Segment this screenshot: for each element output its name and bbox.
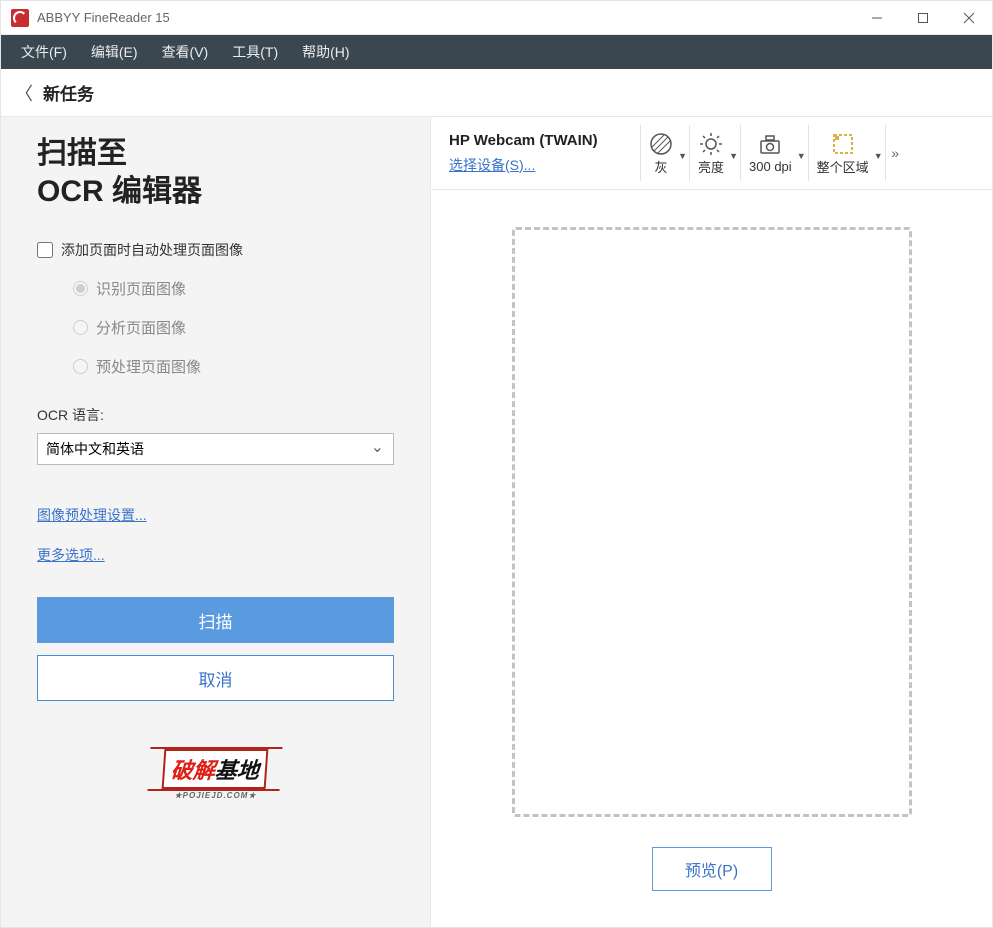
radio-analyze[interactable] xyxy=(73,320,88,335)
caret-down-icon: ▼ xyxy=(678,151,687,161)
tool-resolution-label: 300 dpi xyxy=(749,159,792,174)
maximize-button[interactable] xyxy=(900,1,946,35)
minimize-button[interactable] xyxy=(854,1,900,35)
tool-region[interactable]: 整个区域 ▼ xyxy=(808,125,885,181)
menu-view[interactable]: 查看(V) xyxy=(150,36,221,68)
device-block: HP Webcam (TWAIN) 选择设备(S)... xyxy=(449,132,624,175)
page-title: 扫描至 OCR 编辑器 xyxy=(37,135,394,210)
menu-file[interactable]: 文件(F) xyxy=(9,36,79,68)
stamp-sub: ★POJIEJD.COM★ xyxy=(37,791,394,800)
minimize-icon xyxy=(871,12,883,24)
menu-help[interactable]: 帮助(H) xyxy=(290,36,361,68)
caret-down-icon: ▼ xyxy=(797,151,806,161)
radio-analyze-label[interactable]: 分析页面图像 xyxy=(96,317,186,338)
halftone-icon xyxy=(649,131,673,157)
tool-brightness-label: 亮度 xyxy=(698,157,724,176)
close-button[interactable] xyxy=(946,1,992,35)
titlebar: ABBYY FineReader 15 xyxy=(1,1,992,35)
stamp-text-b: 基地 xyxy=(215,758,261,783)
tool-region-label: 整个区域 xyxy=(817,157,869,176)
heading-line1: 扫描至 xyxy=(37,137,127,170)
radio-recognize-label[interactable]: 识别页面图像 xyxy=(96,278,186,299)
tool-resolution[interactable]: 300 dpi ▼ xyxy=(740,125,808,181)
back-chevron-icon[interactable]: 〈 xyxy=(15,80,33,106)
menu-tools[interactable]: 工具(T) xyxy=(220,36,290,68)
task-header: 〈 新任务 xyxy=(1,69,992,117)
auto-process-checkbox[interactable] xyxy=(37,242,53,258)
preprocess-settings-link[interactable]: 图像预处理设置... xyxy=(37,505,147,525)
more-options-link[interactable]: 更多选项... xyxy=(37,545,105,565)
menu-edit[interactable]: 编辑(E) xyxy=(79,36,150,68)
left-panel: 扫描至 OCR 编辑器 添加页面时自动处理页面图像 识别页面图像 分析页面图像 … xyxy=(1,117,431,927)
scan-toolbar: HP Webcam (TWAIN) 选择设备(S)... 灰 ▼ 亮度 ▼ xyxy=(431,117,992,190)
radio-group: 识别页面图像 分析页面图像 预处理页面图像 xyxy=(37,278,394,377)
task-title: 新任务 xyxy=(43,80,94,105)
toolbar-more-button[interactable]: » xyxy=(885,125,905,181)
ocr-lang-label: OCR 语言: xyxy=(37,405,394,425)
heading-line2: OCR 编辑器 xyxy=(37,175,202,208)
region-icon xyxy=(831,131,855,157)
radio-preprocess-label[interactable]: 预处理页面图像 xyxy=(96,356,201,377)
resolution-icon xyxy=(758,133,782,159)
caret-down-icon: ▼ xyxy=(874,151,883,161)
auto-process-label[interactable]: 添加页面时自动处理页面图像 xyxy=(61,240,243,260)
scan-button[interactable]: 扫描 xyxy=(37,597,394,643)
device-name: HP Webcam (TWAIN) xyxy=(449,132,624,149)
preview-area: 预览(P) xyxy=(431,190,992,927)
select-device-link[interactable]: 选择设备(S)... xyxy=(449,157,535,173)
preview-placeholder xyxy=(512,227,912,817)
caret-down-icon: ▼ xyxy=(729,151,738,161)
maximize-icon xyxy=(917,12,929,24)
right-panel: HP Webcam (TWAIN) 选择设备(S)... 灰 ▼ 亮度 ▼ xyxy=(431,117,992,927)
radio-recognize[interactable] xyxy=(73,281,88,296)
brightness-icon xyxy=(699,131,723,157)
ocr-lang-select[interactable]: 简体中文和英语 xyxy=(37,433,394,465)
app-icon xyxy=(11,9,29,27)
close-icon xyxy=(963,12,975,24)
stamp-text-a: 破解 xyxy=(171,758,217,783)
tool-colormode-label: 灰 xyxy=(654,157,667,176)
watermark-stamp: 破解基地 ★POJIEJD.COM★ xyxy=(37,749,394,800)
app-title: ABBYY FineReader 15 xyxy=(37,10,170,25)
preview-button[interactable]: 预览(P) xyxy=(652,847,772,891)
tool-colormode[interactable]: 灰 ▼ xyxy=(640,125,689,181)
menubar: 文件(F) 编辑(E) 查看(V) 工具(T) 帮助(H) xyxy=(1,35,992,69)
radio-preprocess[interactable] xyxy=(73,359,88,374)
cancel-button[interactable]: 取消 xyxy=(37,655,394,701)
tool-brightness[interactable]: 亮度 ▼ xyxy=(689,125,740,181)
